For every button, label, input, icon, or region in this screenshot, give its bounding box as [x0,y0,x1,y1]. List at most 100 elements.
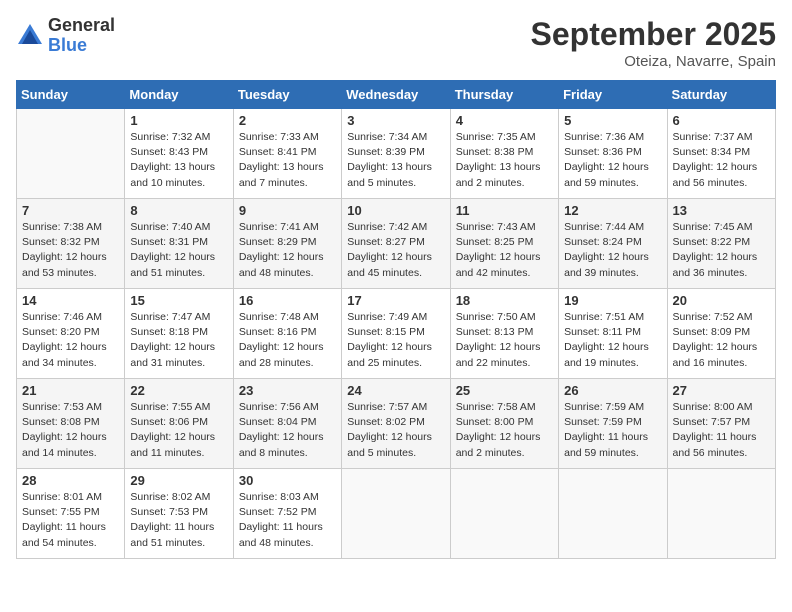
day-number: 20 [673,293,770,308]
calendar-cell: 16 Sunrise: 7:48 AM Sunset: 8:16 PM Dayli… [233,289,341,379]
calendar-cell: 13 Sunrise: 7:45 AM Sunset: 8:22 PM Dayli… [667,199,775,289]
cell-info: Sunrise: 7:42 AM Sunset: 8:27 PM Dayligh… [347,220,444,281]
calendar-cell: 7Sunrise: 7:38 AM Sunset: 8:32 PM Daylig… [17,199,125,289]
day-number: 29 [130,473,227,488]
cell-info: Sunrise: 7:35 AM Sunset: 8:38 PM Dayligh… [456,130,553,191]
calendar-cell [342,469,450,559]
calendar-cell: 21 Sunrise: 7:53 AM Sunset: 8:08 PM Dayli… [17,379,125,469]
day-number: 25 [456,383,553,398]
day-number: 8 [130,203,227,218]
day-number: 13 [673,203,770,218]
day-number: 22 [130,383,227,398]
day-number: 23 [239,383,336,398]
cell-info: Sunrise: 7:52 AM Sunset: 8:09 PM Dayligh… [673,310,770,371]
location-text: Oteiza, Navarre, Spain [531,53,776,70]
calendar-cell: 3Sunrise: 7:34 AM Sunset: 8:39 PM Daylig… [342,109,450,199]
cell-info: Sunrise: 7:45 AM Sunset: 8:22 PM Dayligh… [673,220,770,281]
calendar-cell: 5 Sunrise: 7:36 AM Sunset: 8:36 PM Daylig… [559,109,667,199]
calendar-cell: 6Sunrise: 7:37 AM Sunset: 8:34 PM Daylig… [667,109,775,199]
calendar-cell: 15Sunrise: 7:47 AM Sunset: 8:18 PM Dayli… [125,289,233,379]
calendar-cell: 24Sunrise: 7:57 AM Sunset: 8:02 PM Dayli… [342,379,450,469]
cell-info: Sunrise: 7:36 AM Sunset: 8:36 PM Dayligh… [564,130,661,191]
calendar-cell: 19Sunrise: 7:51 AM Sunset: 8:11 PM Dayli… [559,289,667,379]
cell-info: Sunrise: 7:57 AM Sunset: 8:02 PM Dayligh… [347,400,444,461]
week-row-3: 14 Sunrise: 7:46 AM Sunset: 8:20 PM Dayli… [17,289,776,379]
week-row-1: 1 Sunrise: 7:32 AM Sunset: 8:43 PM Daylig… [17,109,776,199]
header-sunday: Sunday [17,81,125,109]
calendar-cell: 25 Sunrise: 7:58 AM Sunset: 8:00 PM Dayli… [450,379,558,469]
calendar-header-row: SundayMondayTuesdayWednesdayThursdayFrid… [17,81,776,109]
cell-info: Sunrise: 7:34 AM Sunset: 8:39 PM Dayligh… [347,130,444,191]
calendar-cell: 2 Sunrise: 7:33 AM Sunset: 8:41 PM Daylig… [233,109,341,199]
logo: General Blue [16,16,115,56]
week-row-4: 21 Sunrise: 7:53 AM Sunset: 8:08 PM Dayli… [17,379,776,469]
calendar-cell: 1 Sunrise: 7:32 AM Sunset: 8:43 PM Daylig… [125,109,233,199]
header-thursday: Thursday [450,81,558,109]
calendar-cell: 9 Sunrise: 7:41 AM Sunset: 8:29 PM Daylig… [233,199,341,289]
calendar-cell: 29 Sunrise: 8:02 AM Sunset: 7:53 PM Dayli… [125,469,233,559]
day-number: 21 [22,383,119,398]
cell-info: Sunrise: 7:33 AM Sunset: 8:41 PM Dayligh… [239,130,336,191]
calendar-cell [450,469,558,559]
calendar-table: SundayMondayTuesdayWednesdayThursdayFrid… [16,80,776,559]
day-number: 1 [130,113,227,128]
month-title: September 2025 [531,16,776,53]
header-tuesday: Tuesday [233,81,341,109]
cell-info: Sunrise: 7:48 AM Sunset: 8:16 PM Dayligh… [239,310,336,371]
title-block: September 2025 Oteiza, Navarre, Spain [531,16,776,70]
day-number: 30 [239,473,336,488]
cell-info: Sunrise: 7:59 AM Sunset: 7:59 PM Dayligh… [564,400,661,461]
cell-info: Sunrise: 7:49 AM Sunset: 8:15 PM Dayligh… [347,310,444,371]
calendar-cell: 20 Sunrise: 7:52 AM Sunset: 8:09 PM Dayli… [667,289,775,379]
calendar-cell: 22 Sunrise: 7:55 AM Sunset: 8:06 PM Dayli… [125,379,233,469]
calendar-cell: 18Sunrise: 7:50 AM Sunset: 8:13 PM Dayli… [450,289,558,379]
day-number: 14 [22,293,119,308]
calendar-cell: 17 Sunrise: 7:49 AM Sunset: 8:15 PM Dayli… [342,289,450,379]
calendar-cell: 23 Sunrise: 7:56 AM Sunset: 8:04 PM Dayli… [233,379,341,469]
day-number: 9 [239,203,336,218]
day-number: 4 [456,113,553,128]
page-header: General Blue September 2025 Oteiza, Nava… [16,16,776,70]
cell-info: Sunrise: 7:53 AM Sunset: 8:08 PM Dayligh… [22,400,119,461]
cell-info: Sunrise: 8:00 AM Sunset: 7:57 PM Dayligh… [673,400,770,461]
cell-info: Sunrise: 7:40 AM Sunset: 8:31 PM Dayligh… [130,220,227,281]
cell-info: Sunrise: 7:56 AM Sunset: 8:04 PM Dayligh… [239,400,336,461]
cell-info: Sunrise: 7:44 AM Sunset: 8:24 PM Dayligh… [564,220,661,281]
week-row-2: 7Sunrise: 7:38 AM Sunset: 8:32 PM Daylig… [17,199,776,289]
cell-info: Sunrise: 7:43 AM Sunset: 8:25 PM Dayligh… [456,220,553,281]
calendar-cell: 8 Sunrise: 7:40 AM Sunset: 8:31 PM Daylig… [125,199,233,289]
cell-info: Sunrise: 8:03 AM Sunset: 7:52 PM Dayligh… [239,490,336,551]
calendar-cell: 27 Sunrise: 8:00 AM Sunset: 7:57 PM Dayli… [667,379,775,469]
cell-info: Sunrise: 7:37 AM Sunset: 8:34 PM Dayligh… [673,130,770,191]
cell-info: Sunrise: 7:55 AM Sunset: 8:06 PM Dayligh… [130,400,227,461]
day-number: 27 [673,383,770,398]
day-number: 16 [239,293,336,308]
cell-info: Sunrise: 8:01 AM Sunset: 7:55 PM Dayligh… [22,490,119,551]
logo-icon [16,22,44,50]
day-number: 28 [22,473,119,488]
logo-blue-text: Blue [48,36,115,56]
cell-info: Sunrise: 7:41 AM Sunset: 8:29 PM Dayligh… [239,220,336,281]
calendar-cell [667,469,775,559]
cell-info: Sunrise: 7:46 AM Sunset: 8:20 PM Dayligh… [22,310,119,371]
logo-general-text: General [48,16,115,36]
day-number: 18 [456,293,553,308]
day-number: 12 [564,203,661,218]
calendar-cell [17,109,125,199]
day-number: 17 [347,293,444,308]
cell-info: Sunrise: 7:51 AM Sunset: 8:11 PM Dayligh… [564,310,661,371]
cell-info: Sunrise: 7:47 AM Sunset: 8:18 PM Dayligh… [130,310,227,371]
cell-info: Sunrise: 7:38 AM Sunset: 8:32 PM Dayligh… [22,220,119,281]
week-row-5: 28 Sunrise: 8:01 AM Sunset: 7:55 PM Dayli… [17,469,776,559]
calendar-cell: 26Sunrise: 7:59 AM Sunset: 7:59 PM Dayli… [559,379,667,469]
calendar-cell: 30 Sunrise: 8:03 AM Sunset: 7:52 PM Dayli… [233,469,341,559]
calendar-cell: 28 Sunrise: 8:01 AM Sunset: 7:55 PM Dayli… [17,469,125,559]
header-monday: Monday [125,81,233,109]
day-number: 2 [239,113,336,128]
cell-info: Sunrise: 7:58 AM Sunset: 8:00 PM Dayligh… [456,400,553,461]
day-number: 5 [564,113,661,128]
cell-info: Sunrise: 8:02 AM Sunset: 7:53 PM Dayligh… [130,490,227,551]
header-saturday: Saturday [667,81,775,109]
header-friday: Friday [559,81,667,109]
cell-info: Sunrise: 7:32 AM Sunset: 8:43 PM Dayligh… [130,130,227,191]
